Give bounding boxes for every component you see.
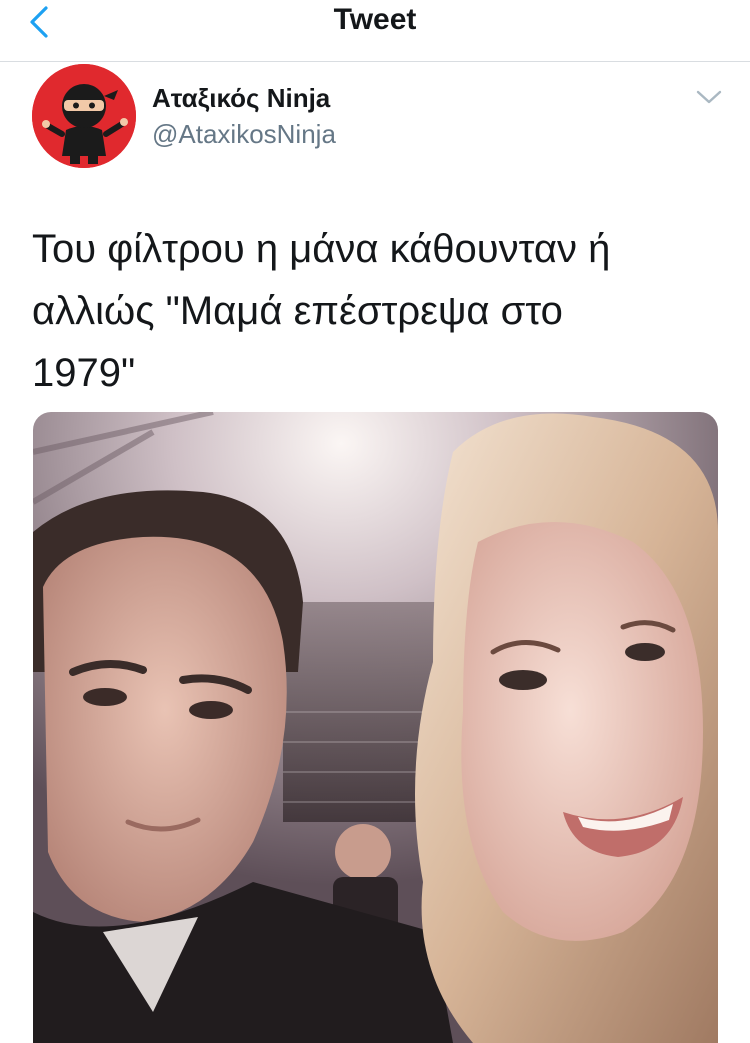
chevron-down-icon <box>696 90 722 104</box>
tweet-photo[interactable] <box>33 412 718 1043</box>
ninja-avatar-icon <box>32 64 136 168</box>
avatar[interactable] <box>32 64 136 168</box>
selfie-photo <box>33 412 718 1043</box>
page-title: Tweet <box>333 3 417 36</box>
tweet-author-row: Αταξικός Ninja @AtaxikosNinja <box>32 64 722 174</box>
tweet-menu-button[interactable] <box>694 86 724 108</box>
tweet-text: Του φίλτρου η μάνα κάθουνταν ή αλλιώς "Μ… <box>32 227 611 395</box>
author-display-name[interactable]: Αταξικός Ninja <box>152 82 330 114</box>
navigation-bar: Tweet <box>0 0 750 62</box>
author-handle[interactable]: @AtaxikosNinja <box>152 118 336 150</box>
